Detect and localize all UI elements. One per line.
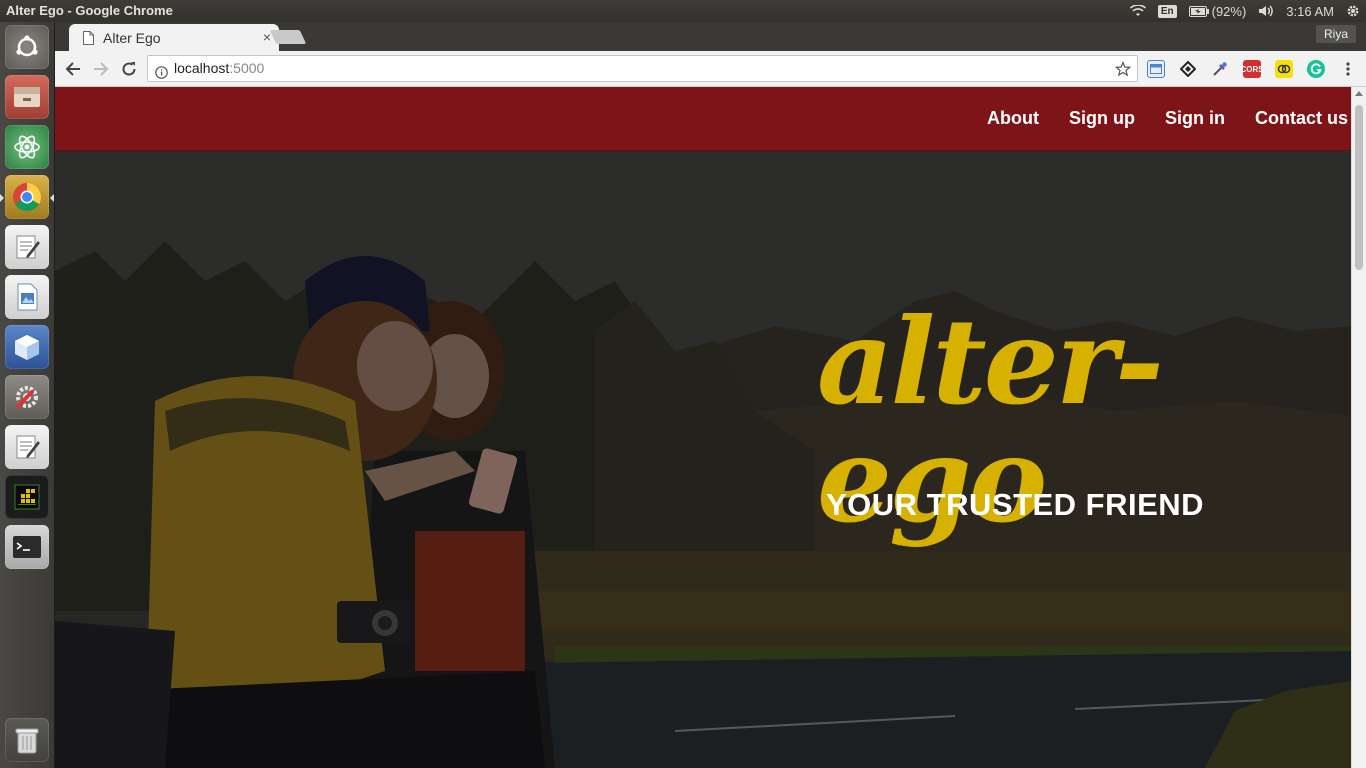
url-port: :5000 <box>229 60 265 76</box>
trash-icon[interactable] <box>5 718 49 762</box>
tab-alter-ego[interactable]: Alter Ego × <box>69 24 279 51</box>
profile-button[interactable]: Riya <box>1315 25 1356 43</box>
reload-button[interactable] <box>119 59 139 79</box>
page-scrollbar[interactable] <box>1351 87 1366 768</box>
forward-button[interactable] <box>91 59 111 79</box>
system-settings-icon[interactable] <box>5 375 49 419</box>
ubuntu-dash-icon[interactable] <box>5 25 49 69</box>
virtualbox-icon[interactable] <box>5 325 49 369</box>
battery-indicator[interactable]: (92%) <box>1188 3 1247 19</box>
scrollbar-thumb[interactable] <box>1355 105 1363 270</box>
address-bar[interactable]: localhost:5000 <box>147 55 1138 82</box>
volume-icon[interactable] <box>1258 5 1274 17</box>
atom-editor-icon[interactable] <box>5 125 49 169</box>
libreoffice-writer-icon[interactable] <box>5 275 49 319</box>
site-tagline: YOUR TRUSTED FRIEND <box>826 487 1205 522</box>
bookmark-star-icon[interactable] <box>1114 60 1132 85</box>
nav-about[interactable]: About <box>987 108 1039 129</box>
text-editor-icon[interactable] <box>5 225 49 269</box>
terminal-icon[interactable] <box>5 525 49 569</box>
gear-icon[interactable] <box>1346 4 1360 18</box>
nav-sign-in[interactable]: Sign in <box>1165 108 1225 129</box>
chrome-icon[interactable] <box>5 175 49 219</box>
chrome-menu-icon[interactable] <box>1339 60 1357 78</box>
clock[interactable]: 3:16 AM <box>1286 4 1334 19</box>
page-viewport: About Sign up Sign in Contact us alter-e… <box>55 87 1351 768</box>
tab-title: Alter Ego <box>103 29 161 46</box>
url-host: localhost <box>174 60 230 76</box>
launcher-active-indicator <box>0 194 4 202</box>
site-navbar: About Sign up Sign in Contact us <box>55 87 1351 151</box>
extension-diamond-icon[interactable] <box>1179 60 1197 78</box>
battery-percent: (92%) <box>1211 3 1247 19</box>
scroll-up-arrow-icon[interactable] <box>1355 91 1363 96</box>
grammarly-icon[interactable] <box>1307 60 1325 78</box>
extension-cors-icon[interactable]: CORS <box>1240 60 1264 78</box>
launcher <box>0 22 55 768</box>
back-arrow-icon <box>65 62 80 76</box>
page-icon <box>83 31 94 48</box>
hero-section: alter-ego YOUR TRUSTED FRIEND <box>55 151 1351 768</box>
system-tray: En (92%) 3:16 AM <box>1129 0 1366 22</box>
launcher-focus-indicator <box>50 194 54 202</box>
extension-eyedropper-icon[interactable] <box>1211 60 1229 78</box>
extension-yellow-icon[interactable] <box>1275 60 1293 78</box>
tab-strip: Alter Ego × Riya <box>55 22 1366 51</box>
nav-contact-us[interactable]: Contact us <box>1255 108 1348 129</box>
browser-window: Alter Ego × Riya localhost:5000 CORS Abo… <box>55 22 1366 768</box>
window-title: Alter Ego - Google Chrome <box>6 3 173 18</box>
wifi-icon[interactable] <box>1129 5 1146 17</box>
nav-sign-up[interactable]: Sign up <box>1069 108 1135 129</box>
top-panel: Alter Ego - Google Chrome En (92%) 3:16 … <box>0 0 1366 22</box>
keyboard-layout-indicator[interactable]: En <box>1157 4 1177 18</box>
extension-window-icon[interactable] <box>1147 60 1165 78</box>
new-tab-button[interactable] <box>269 30 307 44</box>
files-icon[interactable] <box>5 75 49 119</box>
text-editor-2-icon[interactable] <box>5 425 49 469</box>
back-button[interactable] <box>63 59 83 79</box>
battery-icon <box>1188 5 1209 17</box>
browser-toolbar: localhost:5000 CORS <box>55 51 1366 87</box>
reload-icon <box>122 62 136 76</box>
info-icon[interactable] <box>155 62 168 87</box>
forward-arrow-icon <box>94 62 109 76</box>
system-monitor-icon[interactable] <box>5 475 49 519</box>
